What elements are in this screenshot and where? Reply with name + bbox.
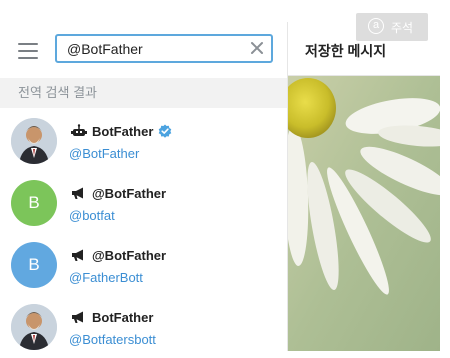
background-photo [288, 76, 440, 351]
left-panel: 전역 검색 결과 [0, 22, 288, 351]
result-row-botfat[interactable]: B @BotFather @botfat [0, 172, 287, 234]
result-row-botfatersbott[interactable]: BotFather @Botfatersbott [0, 296, 287, 358]
botfather-avatar [11, 304, 57, 350]
search-input[interactable] [57, 36, 242, 61]
result-row-botfather[interactable]: BotFather @BotFather [0, 110, 287, 172]
result-name: BotFather [92, 123, 154, 139]
result-name: @BotFather [92, 247, 167, 263]
bot-icon [71, 124, 87, 136]
channel-icon [72, 311, 83, 323]
result-handle: @Botfatersbott [69, 332, 156, 347]
result-name-line: BotFather [70, 121, 172, 141]
annotation-icon: a [368, 18, 384, 34]
result-handle: @botfat [69, 208, 115, 223]
channel-icon [72, 249, 83, 261]
result-name-line: @BotFather [70, 245, 166, 265]
results-list: BotFather @BotFather B @BotFather @botfa… [0, 110, 287, 358]
section-title: 전역 검색 결과 [0, 78, 287, 108]
botfather-avatar [11, 118, 57, 164]
result-name: @BotFather [92, 185, 167, 201]
avatar: B [11, 242, 57, 288]
result-row-fatherbott[interactable]: B @BotFather @FatherBott [0, 234, 287, 296]
annotation-label: 주석 [391, 21, 414, 35]
avatar: B [11, 180, 57, 226]
search-box[interactable] [55, 34, 273, 63]
result-handle: @BotFather [69, 146, 140, 161]
verified-icon [159, 124, 172, 138]
result-handle: @FatherBott [69, 270, 143, 285]
result-name-line: @BotFather [70, 183, 166, 203]
result-name-line: BotFather [70, 307, 153, 327]
window-edge [440, 0, 450, 351]
hamburger-icon[interactable] [18, 43, 38, 59]
channel-icon [72, 187, 83, 199]
close-icon[interactable] [249, 40, 265, 56]
chat-title: 저장한 메시지 [305, 43, 387, 59]
result-name: BotFather [92, 309, 154, 325]
right-panel: 저장한 메시지 [288, 22, 440, 351]
annotation-button[interactable]: a 주석 [356, 13, 428, 41]
